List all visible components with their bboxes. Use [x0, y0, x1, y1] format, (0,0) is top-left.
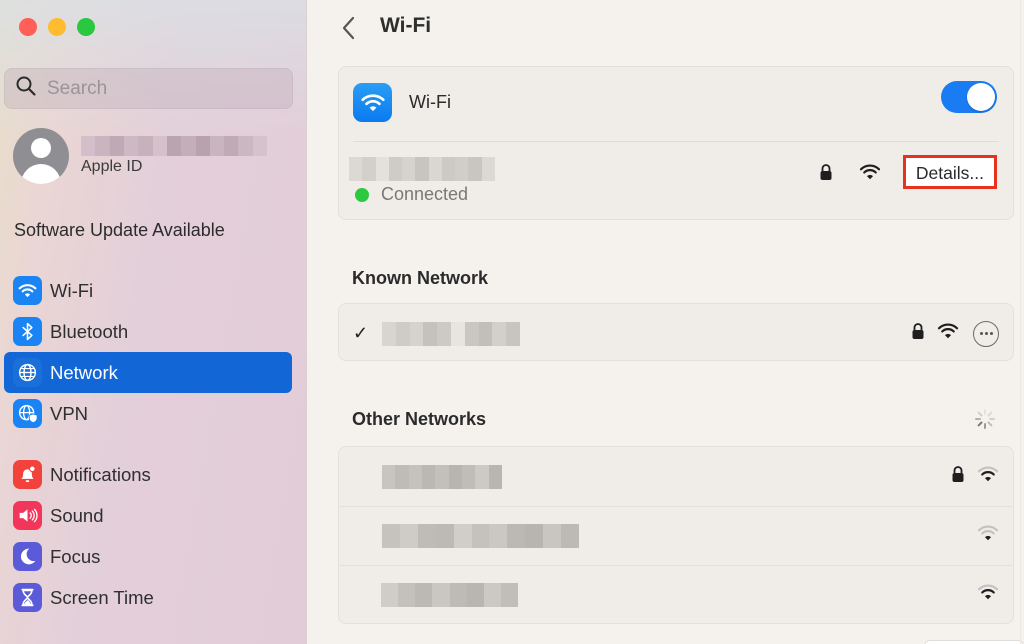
chevron-left-icon	[342, 16, 355, 40]
divider	[353, 141, 999, 142]
wifi-toggle[interactable]	[941, 81, 997, 113]
scrollbar-track[interactable]	[1020, 0, 1021, 644]
network-name-redacted	[381, 582, 518, 607]
bell-icon	[13, 460, 42, 489]
sidebar-nav-group-1: Wi-Fi Bluetooth Network VPN	[4, 270, 292, 434]
list-item[interactable]	[339, 447, 1013, 506]
details-button[interactable]: Details...	[902, 155, 997, 189]
network-name-redacted	[382, 523, 579, 548]
more-options-button[interactable]	[973, 320, 999, 347]
apple-id-account[interactable]: Apple ID	[13, 128, 268, 184]
maximize-window-button[interactable]	[77, 18, 95, 36]
wifi-icon	[353, 83, 392, 122]
sidebar-item-vpn[interactable]: VPN	[4, 393, 292, 434]
connection-status: Connected	[381, 184, 469, 204]
loading-spinner-icon	[975, 409, 995, 429]
sidebar-item-network[interactable]: Network	[4, 352, 292, 393]
sidebar-nav-group-2: Notifications Sound Focus Screen Time	[4, 454, 292, 618]
wifi-signal-icon	[977, 524, 999, 547]
wifi-icon	[13, 276, 42, 305]
close-window-button[interactable]	[19, 18, 37, 36]
sidebar-item-label: Wi-Fi	[50, 279, 94, 301]
sidebar-item-label: Sound	[50, 504, 104, 526]
sidebar-item-label: VPN	[50, 402, 89, 424]
wifi-label: Wi-Fi	[409, 92, 451, 112]
sidebar-item-label: Bluetooth	[50, 320, 129, 342]
lock-icon	[911, 322, 925, 345]
vpn-globe-shield-icon	[13, 399, 42, 428]
software-update-notice[interactable]: Software Update Available	[14, 220, 225, 241]
lock-icon	[951, 465, 965, 488]
back-button[interactable]	[338, 14, 358, 42]
moon-icon	[13, 542, 42, 571]
window-controls	[19, 18, 95, 36]
avatar	[13, 128, 69, 184]
hourglass-icon	[13, 583, 42, 612]
wifi-signal-icon	[937, 322, 959, 345]
wifi-signal-icon	[859, 163, 881, 181]
other-networks-heading: Other Networks	[352, 409, 487, 429]
globe-icon	[13, 358, 42, 387]
network-name-redacted	[382, 464, 502, 489]
sidebar-item-label: Focus	[50, 545, 101, 567]
sidebar-item-label: Network	[50, 361, 118, 383]
wifi-card: Wi-Fi Connected Details...	[338, 66, 1014, 220]
page-title: Wi-Fi	[380, 14, 432, 37]
connected-status-dot	[355, 187, 369, 202]
bottom-action-button[interactable]	[924, 640, 1024, 644]
minimize-window-button[interactable]	[48, 18, 66, 36]
wifi-signal-icon	[977, 583, 999, 606]
checkmark-icon: ✓	[353, 323, 369, 343]
lock-icon	[819, 163, 833, 181]
sidebar-item-bluetooth[interactable]: Bluetooth	[4, 311, 292, 352]
known-network-heading: Known Network	[352, 268, 489, 288]
known-networks-list: ✓	[338, 303, 1014, 361]
sidebar-item-notifications[interactable]: Notifications	[4, 454, 292, 495]
sidebar-item-focus[interactable]: Focus	[4, 536, 292, 577]
list-item[interactable]: ✓	[339, 304, 1013, 363]
sidebar: Apple ID Software Update Available Wi-Fi…	[0, 0, 307, 644]
bluetooth-icon	[13, 317, 42, 346]
network-name-redacted	[382, 321, 520, 346]
sidebar-item-label: Notifications	[50, 463, 151, 485]
search-input[interactable]	[47, 77, 277, 100]
account-name-redacted	[81, 136, 268, 156]
apple-id-label: Apple ID	[81, 158, 143, 175]
sidebar-item-label: Screen Time	[50, 586, 154, 608]
connected-network-name-redacted	[349, 157, 495, 181]
wifi-signal-icon	[977, 465, 999, 488]
other-networks-list	[338, 446, 1014, 624]
sidebar-item-wifi[interactable]: Wi-Fi	[4, 270, 292, 311]
search-icon	[15, 75, 37, 102]
main-panel: Wi-Fi Wi-Fi Connected Details... Known N…	[308, 0, 1024, 644]
sidebar-item-sound[interactable]: Sound	[4, 495, 292, 536]
list-item[interactable]	[339, 565, 1013, 624]
list-item[interactable]	[339, 506, 1013, 565]
speaker-icon	[13, 501, 42, 530]
sidebar-item-screen-time[interactable]: Screen Time	[4, 577, 292, 618]
search-field[interactable]	[4, 68, 293, 109]
